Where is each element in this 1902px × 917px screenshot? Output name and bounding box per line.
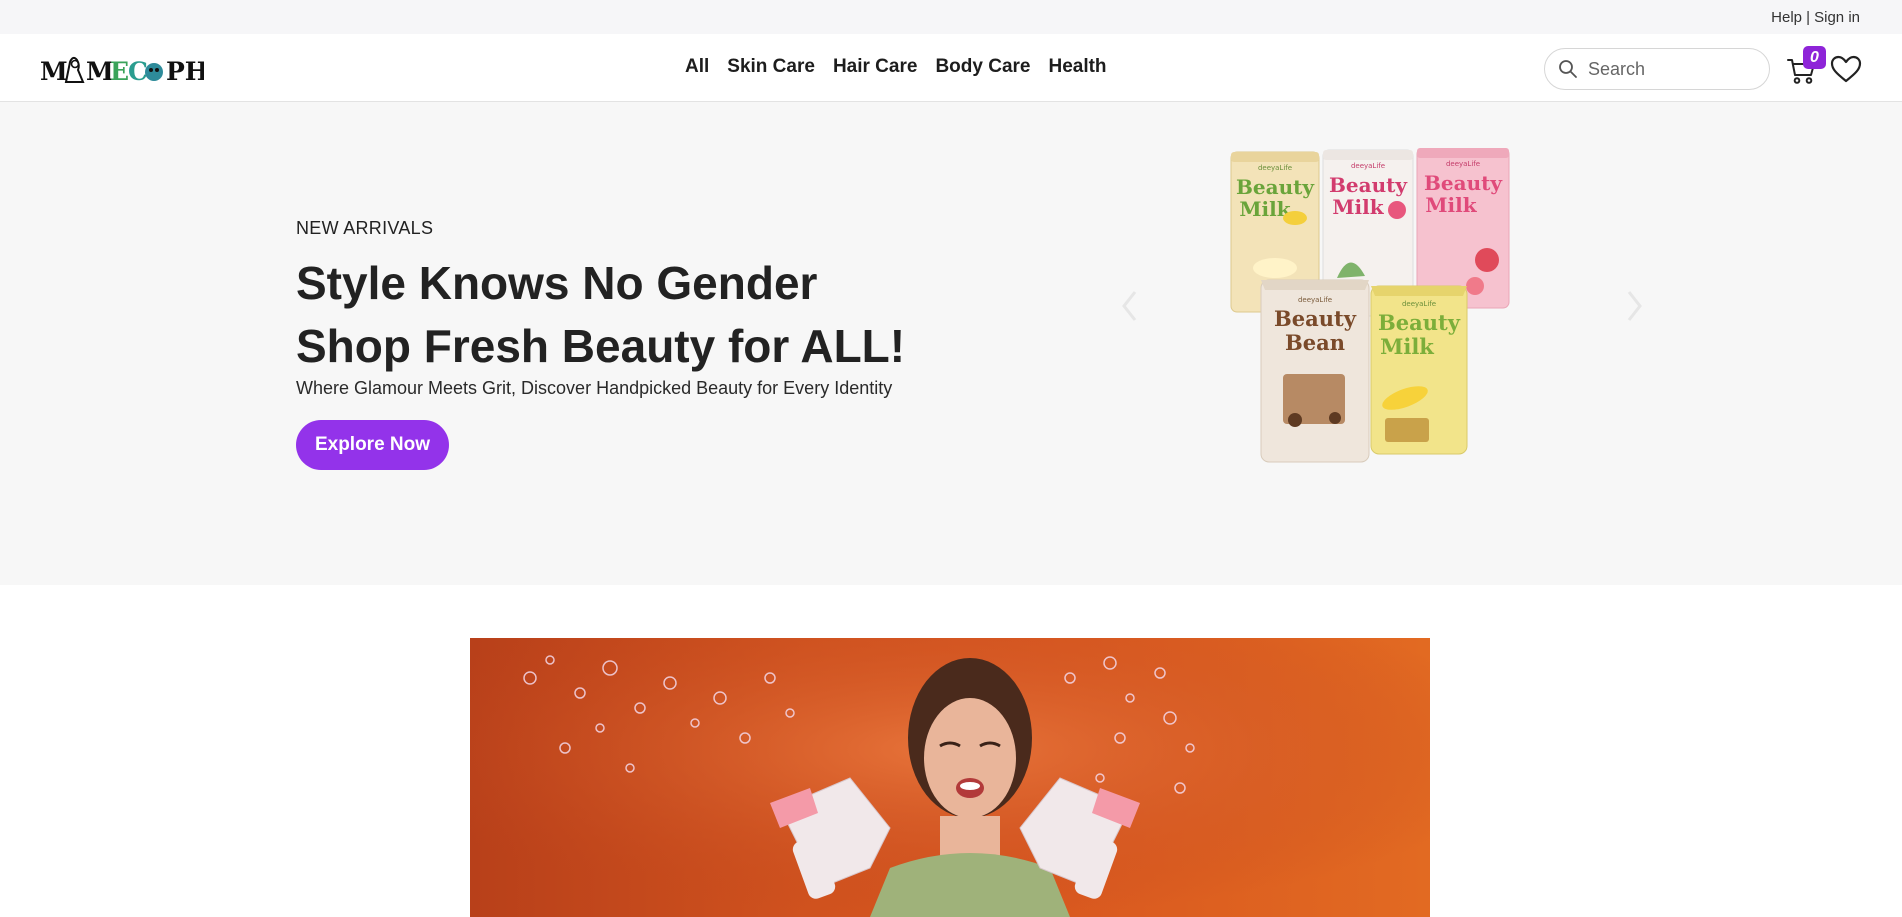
product-name-line-1: Beauty bbox=[1424, 171, 1503, 195]
product-name-line-2: Bean bbox=[1285, 330, 1345, 355]
product-name-line-2: Milk bbox=[1332, 195, 1384, 219]
product-name-line-2: Milk bbox=[1380, 334, 1434, 359]
chevron-left-icon[interactable] bbox=[1119, 288, 1141, 324]
site-logo[interactable]: M M E C PH bbox=[40, 52, 204, 88]
product-pack-beauty-bean: deeyaLife Beauty Bean bbox=[1260, 279, 1370, 463]
svg-text:M: M bbox=[40, 57, 68, 86]
product-name-line-2: Milk bbox=[1425, 193, 1477, 217]
search-box[interactable] bbox=[1544, 48, 1770, 90]
hero-product-image: deeyaLife Beauty Milk deeyaLife Beauty M… bbox=[1230, 148, 1510, 463]
nav-item-skin-care[interactable]: Skin Care bbox=[727, 56, 815, 78]
help-link[interactable]: Help bbox=[1771, 9, 1802, 26]
hero-eyebrow: NEW ARRIVALS bbox=[296, 218, 434, 238]
product-brand: deeyaLife bbox=[1258, 164, 1292, 172]
category-nav: All Skin Care Hair Care Body Care Health bbox=[685, 56, 1107, 78]
product-brand: deeyaLife bbox=[1298, 296, 1332, 304]
product-brand: deeyaLife bbox=[1402, 300, 1436, 308]
explore-now-button[interactable]: Explore Now bbox=[296, 420, 449, 470]
hero-title: Style Knows No Gender Shop Fresh Beauty … bbox=[296, 252, 905, 378]
hero-title-line-2: Shop Fresh Beauty for ALL! bbox=[296, 320, 906, 372]
svg-text:E: E bbox=[110, 57, 129, 86]
utility-separator: | bbox=[1806, 9, 1810, 26]
search-icon bbox=[1559, 60, 1577, 78]
heart-icon[interactable] bbox=[1830, 54, 1862, 84]
nav-item-health[interactable]: Health bbox=[1048, 56, 1106, 78]
product-pack-strawberry-milk: deeyaLife Beauty Milk bbox=[1416, 148, 1510, 309]
hero-carousel: NEW ARRIVALS Style Knows No Gender Shop … bbox=[0, 102, 1902, 585]
product-name-line-1: Beauty bbox=[1236, 175, 1315, 199]
chevron-right-icon[interactable] bbox=[1623, 288, 1645, 324]
product-brand: deeyaLife bbox=[1446, 160, 1480, 168]
utility-bar: Help | Sign in bbox=[0, 0, 1902, 34]
logo-wordmark: M M E C PH bbox=[40, 56, 204, 86]
product-pack-banana-milk-front: deeyaLife Beauty Milk bbox=[1370, 285, 1468, 455]
product-brand: deeyaLife bbox=[1351, 162, 1385, 170]
hero-title-line-1: Style Knows No Gender bbox=[296, 257, 818, 309]
nav-item-all[interactable]: All bbox=[685, 56, 709, 78]
product-name-line-1: Beauty bbox=[1378, 310, 1461, 335]
promo-image bbox=[470, 638, 1430, 917]
nav-item-body-care[interactable]: Body Care bbox=[935, 56, 1030, 78]
hero-subtitle: Where Glamour Meets Grit, Discover Handp… bbox=[296, 378, 893, 398]
promo-banner[interactable] bbox=[470, 638, 1430, 917]
site-header: M M E C PH All Skin Care Hair Care Body … bbox=[0, 34, 1902, 102]
sign-in-link[interactable]: Sign in bbox=[1814, 9, 1860, 26]
svg-text:C: C bbox=[128, 57, 148, 86]
product-name-line-1: Beauty bbox=[1274, 306, 1357, 331]
svg-text:PH: PH bbox=[166, 57, 204, 86]
search-input[interactable] bbox=[1588, 58, 1758, 80]
nav-item-hair-care[interactable]: Hair Care bbox=[833, 56, 918, 78]
cart-count-badge: 0 bbox=[1803, 46, 1826, 69]
product-name-line-1: Beauty bbox=[1329, 173, 1408, 197]
